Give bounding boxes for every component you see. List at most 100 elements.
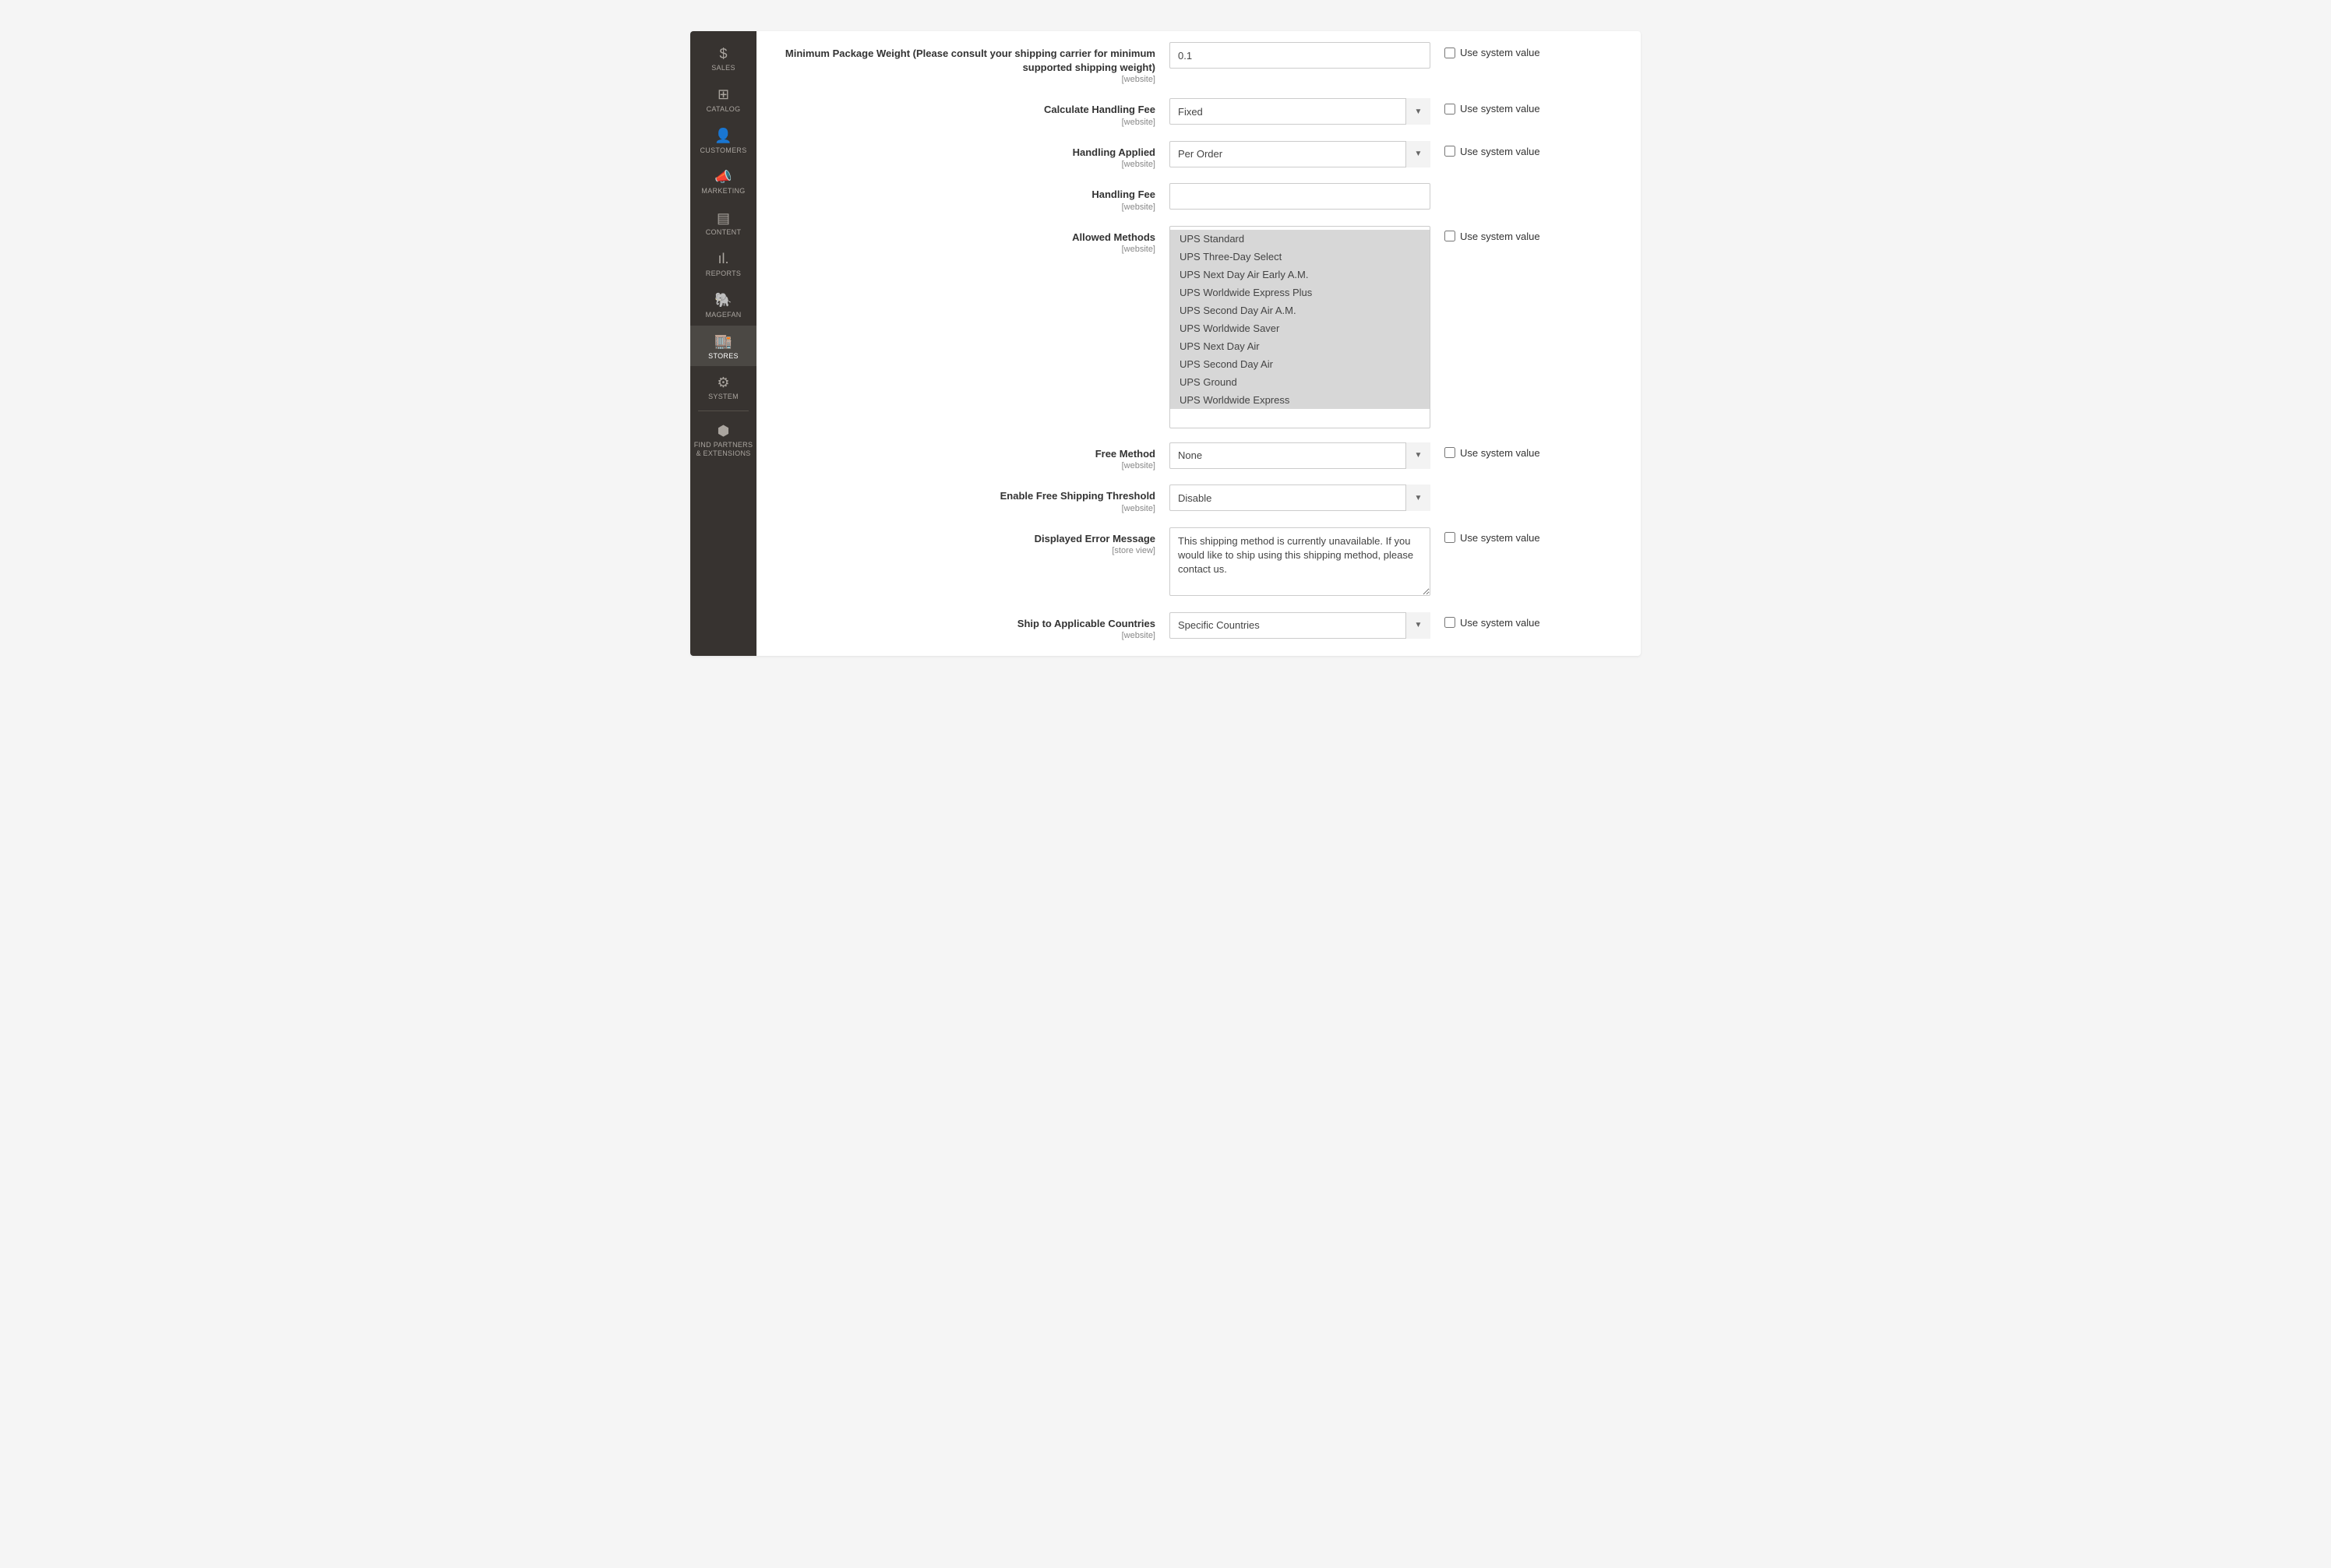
- field-label-col: Ship to Applicable Countries [website]: [772, 612, 1169, 641]
- marketing-icon: 📣: [714, 168, 732, 185]
- field-extra-col: Use system value: [1430, 527, 1540, 544]
- field-control-col: [1169, 42, 1430, 69]
- field-control-col: Per Order ▼: [1169, 141, 1430, 167]
- field-scope: [website]: [772, 461, 1155, 470]
- use-system-value-checkbox[interactable]: [1444, 48, 1455, 58]
- field-scope: [website]: [772, 631, 1155, 640]
- sidebar-item-reports[interactable]: ıl.REPORTS: [690, 243, 756, 284]
- handling-applied-select[interactable]: Per Order: [1169, 141, 1430, 167]
- field-scope: [website]: [772, 203, 1155, 212]
- sidebar-item-stores[interactable]: 🏬STORES: [690, 326, 756, 367]
- field-extra-col: Use system value: [1430, 442, 1540, 459]
- field-label-col: Allowed Methods [website]: [772, 226, 1169, 255]
- sidebar-item-catalog[interactable]: ⊞CATALOG: [690, 79, 756, 120]
- sidebar-item-label: CATALOG: [707, 105, 741, 114]
- field-extra-col: [1430, 183, 1444, 188]
- allowed-methods-multiselect[interactable]: UPS StandardUPS Three-Day SelectUPS Next…: [1169, 226, 1430, 428]
- field-control-col: Specific Countries ▼: [1169, 612, 1430, 639]
- sidebar-item-system[interactable]: ⚙SYSTEM: [690, 366, 756, 407]
- field-scope: [website]: [772, 75, 1155, 84]
- use-system-value-checkbox[interactable]: [1444, 104, 1455, 115]
- field-min-package-weight: Minimum Package Weight (Please consult y…: [772, 42, 1625, 84]
- field-control-col: [1169, 183, 1430, 210]
- field-scope: [website]: [772, 245, 1155, 254]
- allowed-method-option[interactable]: UPS Next Day Air Early A.M.: [1170, 266, 1430, 284]
- sidebar-item-label: CONTENT: [706, 228, 742, 237]
- use-system-value-checkbox[interactable]: [1444, 231, 1455, 241]
- select-wrap: Fixed ▼: [1169, 98, 1430, 125]
- error-message-textarea[interactable]: This shipping method is currently unavai…: [1169, 527, 1430, 596]
- field-label: Calculate Handling Fee: [1044, 103, 1155, 117]
- catalog-icon: ⊞: [718, 86, 729, 104]
- sidebar-item-sales[interactable]: $ SALES: [690, 37, 756, 79]
- calculate-handling-fee-select[interactable]: Fixed: [1169, 98, 1430, 125]
- magefan-icon: 🐘: [714, 292, 732, 309]
- sidebar-item-marketing[interactable]: 📣MARKETING: [690, 160, 756, 202]
- sidebar-item-label: STORES: [708, 352, 739, 361]
- use-system-value-label: Use system value: [1460, 47, 1540, 58]
- field-label: Displayed Error Message: [1035, 532, 1155, 546]
- sidebar-item-label: FIND PARTNERS & EXTENSIONS: [692, 441, 755, 458]
- use-system-value-label: Use system value: [1460, 103, 1540, 115]
- field-control-col: Fixed ▼: [1169, 98, 1430, 125]
- ship-to-countries-select[interactable]: Specific Countries: [1169, 612, 1430, 639]
- handling-fee-input[interactable]: [1169, 183, 1430, 210]
- field-control-col: UPS StandardUPS Three-Day SelectUPS Next…: [1169, 226, 1430, 428]
- allowed-method-option[interactable]: UPS Worldwide Express: [1170, 391, 1430, 409]
- min-package-weight-input[interactable]: [1169, 42, 1430, 69]
- allowed-method-option[interactable]: UPS Worldwide Saver: [1170, 319, 1430, 337]
- free-shipping-threshold-select[interactable]: Disable: [1169, 484, 1430, 511]
- field-label-col: Displayed Error Message [store view]: [772, 527, 1169, 556]
- select-wrap: Disable ▼: [1169, 484, 1430, 511]
- app-shell: $SALES⊞CATALOG👤CUSTOMERS📣MARKETING▤CONTE…: [690, 31, 1641, 656]
- sidebar-item-find-partners-extensions[interactable]: ⬢ FIND PARTNERS & EXTENSIONS: [690, 414, 756, 464]
- use-system-value-checkbox[interactable]: [1444, 532, 1455, 543]
- field-ship-to-countries: Ship to Applicable Countries [website] S…: [772, 612, 1625, 641]
- content-icon: ▤: [717, 210, 730, 227]
- sidebar-item-label: REPORTS: [706, 270, 741, 278]
- field-extra-col: [1430, 484, 1444, 489]
- field-extra-col: Use system value: [1430, 226, 1540, 242]
- use-system-value-checkbox[interactable]: [1444, 146, 1455, 157]
- field-error-message: Displayed Error Message [store view] Thi…: [772, 527, 1625, 598]
- field-free-method: Free Method [website] None ▼ Use system …: [772, 442, 1625, 471]
- sidebar-item-magefan[interactable]: 🐘MAGEFAN: [690, 284, 756, 326]
- field-control-col: This shipping method is currently unavai…: [1169, 527, 1430, 598]
- sidebar-item-label: SALES: [711, 64, 735, 72]
- field-label-col: Enable Free Shipping Threshold [website]: [772, 484, 1169, 513]
- field-extra-col: Use system value: [1430, 141, 1540, 157]
- find-partners-extensions-icon: ⬢: [718, 422, 730, 439]
- field-handling-fee: Handling Fee [website]: [772, 183, 1625, 212]
- stores-icon: 🏬: [714, 333, 732, 351]
- sidebar-item-customers[interactable]: 👤CUSTOMERS: [690, 120, 756, 161]
- free-method-select[interactable]: None: [1169, 442, 1430, 469]
- allowed-method-option[interactable]: UPS Worldwide Express Plus: [1170, 284, 1430, 301]
- field-extra-col: Use system value: [1430, 612, 1540, 629]
- allowed-method-option[interactable]: UPS Ground: [1170, 373, 1430, 391]
- field-free-shipping-threshold: Enable Free Shipping Threshold [website]…: [772, 484, 1625, 513]
- field-scope: [website]: [772, 504, 1155, 513]
- field-label: Ship to Applicable Countries: [1017, 617, 1155, 631]
- select-wrap: None ▼: [1169, 442, 1430, 469]
- field-calculate-handling-fee: Calculate Handling Fee [website] Fixed ▼…: [772, 98, 1625, 127]
- field-label-col: Handling Fee [website]: [772, 183, 1169, 212]
- field-label: Handling Fee: [1091, 188, 1155, 202]
- field-label: Handling Applied: [1073, 146, 1155, 160]
- sales-icon: $: [719, 45, 727, 62]
- field-scope: [store view]: [772, 546, 1155, 555]
- allowed-method-option[interactable]: UPS Three-Day Select: [1170, 248, 1430, 266]
- field-label: Free Method: [1095, 447, 1155, 461]
- allowed-method-option[interactable]: UPS Second Day Air: [1170, 355, 1430, 373]
- use-system-value-label: Use system value: [1460, 146, 1540, 157]
- field-control-col: Disable ▼: [1169, 484, 1430, 511]
- select-wrap: Per Order ▼: [1169, 141, 1430, 167]
- allowed-method-option[interactable]: UPS Next Day Air: [1170, 337, 1430, 355]
- allowed-method-option[interactable]: UPS Second Day Air A.M.: [1170, 301, 1430, 319]
- use-system-value-checkbox[interactable]: [1444, 617, 1455, 628]
- sidebar-item-content[interactable]: ▤CONTENT: [690, 202, 756, 243]
- admin-sidebar: $SALES⊞CATALOG👤CUSTOMERS📣MARKETING▤CONTE…: [690, 31, 756, 656]
- field-allowed-methods: Allowed Methods [website] UPS StandardUP…: [772, 226, 1625, 428]
- field-extra-col: Use system value: [1430, 98, 1540, 115]
- use-system-value-checkbox[interactable]: [1444, 447, 1455, 458]
- allowed-method-option[interactable]: UPS Standard: [1170, 230, 1430, 248]
